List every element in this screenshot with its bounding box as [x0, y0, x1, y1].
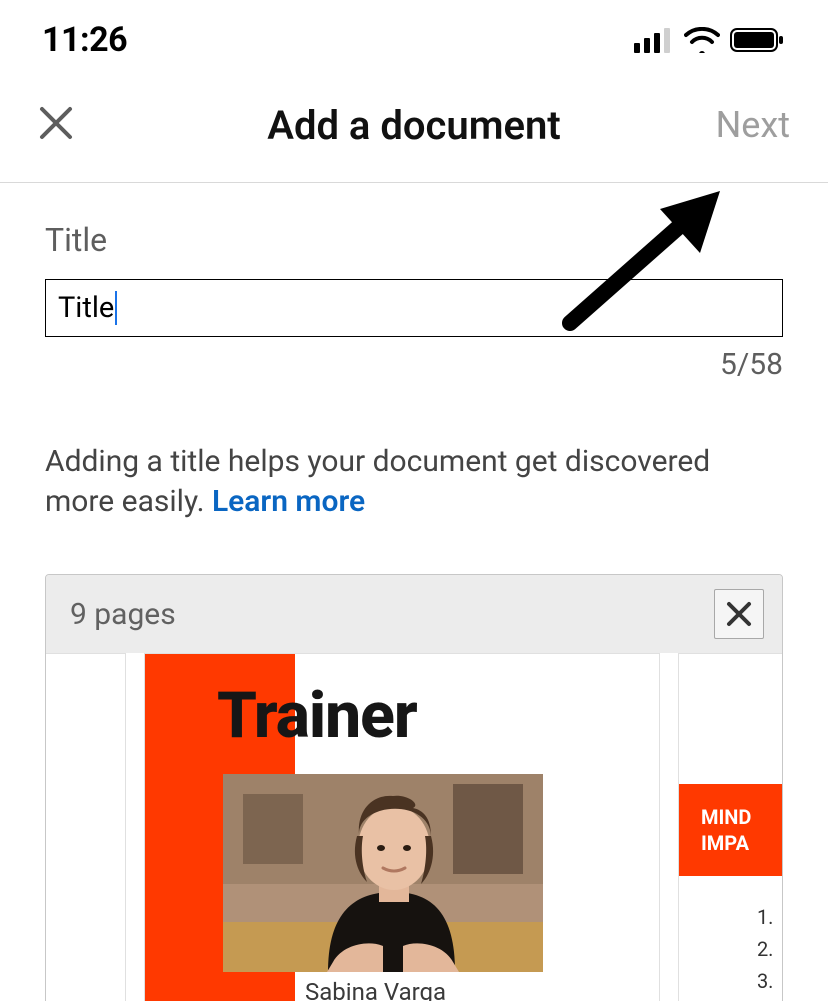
wifi-icon: [684, 27, 720, 53]
title-input[interactable]: Title: [45, 279, 783, 337]
list-item: 1.: [757, 901, 774, 933]
status-time: 11:26: [42, 20, 127, 60]
next-slide-band: MIND IMPA: [679, 784, 782, 876]
status-icons: [634, 27, 786, 53]
preview-header: 9 pages: [46, 575, 782, 653]
title-input-value: Title: [58, 291, 114, 325]
page-title: Add a document: [267, 102, 561, 149]
next-slide-list: 1. 2. 3.: [757, 901, 774, 997]
next-slide-line1: MIND: [701, 804, 782, 830]
remove-document-button[interactable]: [714, 589, 764, 639]
content: Title Title 5/58 Adding a title helps yo…: [0, 183, 828, 1001]
nav-bar: Add a document Next: [0, 80, 828, 183]
learn-more-link[interactable]: Learn more: [212, 484, 365, 519]
slide-prev[interactable]: [46, 653, 126, 1001]
slide-main[interactable]: Trainer: [144, 653, 660, 1001]
document-preview-card: 9 pages Trainer: [45, 574, 783, 1001]
title-field-label: Title: [45, 221, 783, 259]
slide-name: Sabina Varga: [305, 978, 446, 1001]
char-count: 5/58: [45, 347, 783, 382]
next-slide-line2: IMPA: [701, 830, 782, 856]
close-icon: [38, 105, 74, 141]
hint-text: Adding a title helps your document get d…: [45, 442, 783, 522]
slide-heading: Trainer: [217, 678, 417, 753]
next-button[interactable]: Next: [716, 104, 790, 146]
close-button[interactable]: [38, 105, 88, 145]
cellular-icon: [634, 27, 674, 53]
close-icon: [726, 601, 752, 627]
slides-carousel[interactable]: Trainer: [46, 653, 782, 1001]
list-item: 2.: [757, 933, 774, 965]
hint-body: Adding a title helps your document get d…: [45, 444, 710, 519]
text-caret: [115, 291, 117, 325]
status-bar: 11:26: [0, 0, 828, 80]
list-item: 3.: [757, 965, 774, 997]
slide-next[interactable]: MIND IMPA 1. 2. 3.: [678, 653, 782, 1001]
slide-photo: [223, 774, 543, 972]
battery-icon: [730, 27, 786, 53]
pages-count-label: 9 pages: [70, 597, 176, 632]
